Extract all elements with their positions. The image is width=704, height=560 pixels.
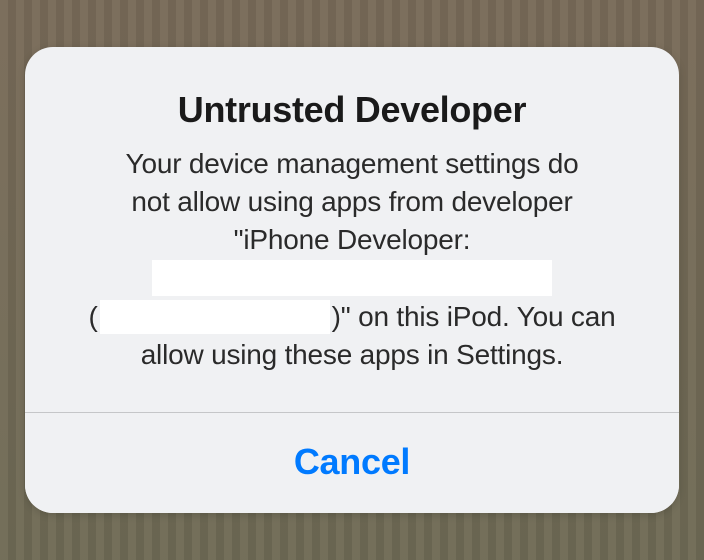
redacted-text: [100, 300, 330, 334]
text-fragment: (: [89, 298, 98, 336]
text-fragment: )" on this iPod. You can: [332, 298, 616, 336]
alert-dialog: Untrusted Developer Your device manageme…: [25, 47, 679, 513]
redacted-text: [152, 260, 552, 296]
alert-message-line: allow using these apps in Settings.: [55, 336, 649, 374]
cancel-button[interactable]: Cancel: [25, 413, 679, 513]
alert-message-line: not allow using apps from developer: [55, 183, 649, 221]
alert-message: Your device management settings do not a…: [55, 145, 649, 374]
alert-title: Untrusted Developer: [55, 89, 649, 131]
alert-message-line: Your device management settings do: [55, 145, 649, 183]
alert-content: Untrusted Developer Your device manageme…: [25, 47, 679, 412]
alert-message-line: ( )" on this iPod. You can: [55, 298, 649, 336]
alert-message-line: "iPhone Developer:: [55, 221, 649, 259]
